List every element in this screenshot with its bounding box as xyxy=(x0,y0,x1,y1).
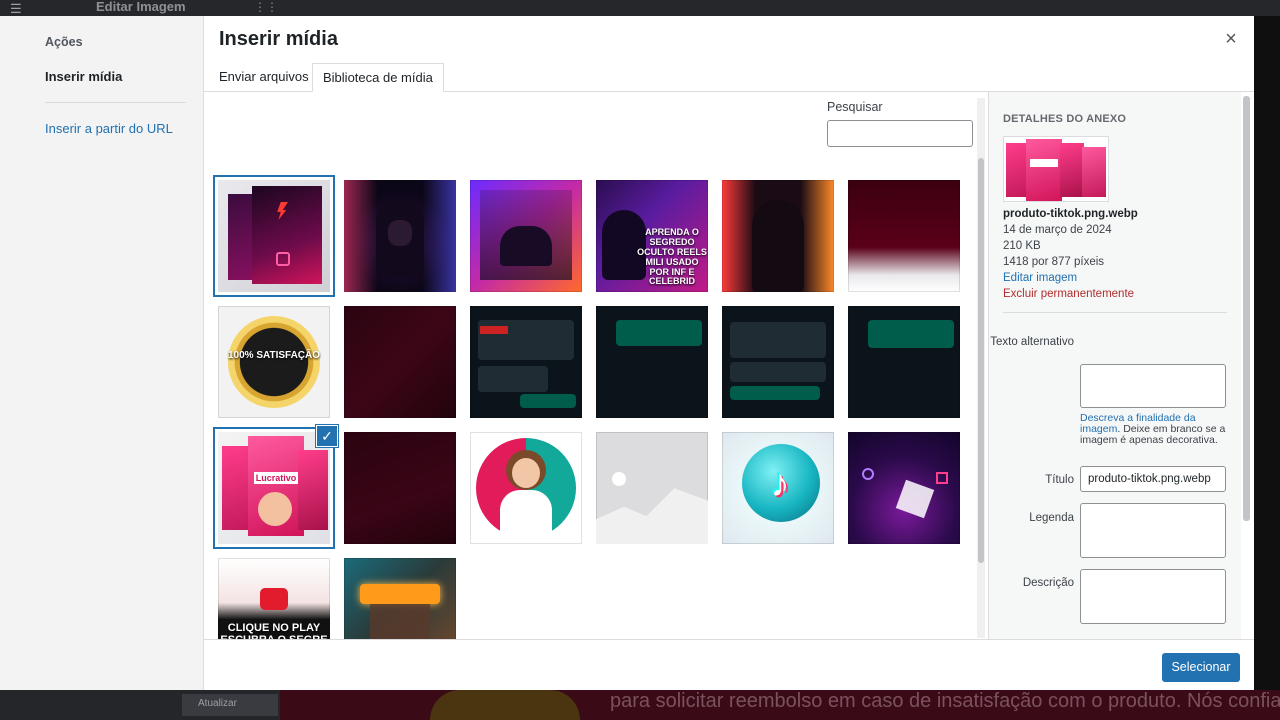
thumb-neon-tiktok-shapes[interactable] xyxy=(848,432,960,544)
select-button[interactable]: Selecionar xyxy=(1162,653,1240,682)
editor-left-panel xyxy=(0,16,27,690)
thumb-hooded-hacker-1[interactable] xyxy=(344,180,456,292)
alt-text-input[interactable] xyxy=(1080,364,1226,408)
alt-text-label: Texto alternativo xyxy=(990,336,1074,348)
play-caption: CLIQUE NO PLAY ESCUBRA O SEGRE xyxy=(220,622,327,639)
reels-caption: APRENDA O SEGREDO OCULTO REELS MILI USAD… xyxy=(637,227,707,287)
satisfaction-caption: 100% SATISFAÇÃO xyxy=(227,350,321,361)
thumb-tiktok-logo-3d[interactable]: ♪ xyxy=(722,432,834,544)
thumb-hooded-hacker-2[interactable] xyxy=(722,180,834,292)
details-scrollbar[interactable] xyxy=(1243,96,1250,521)
details-size: 210 KB xyxy=(1003,240,1041,252)
thumb-dark-red-gradient[interactable] xyxy=(848,180,960,292)
thumb-woman-phone[interactable] xyxy=(470,432,582,544)
close-icon[interactable]: × xyxy=(1220,28,1242,50)
caption-input[interactable] xyxy=(1080,503,1226,558)
thumb-product-box-dark[interactable] xyxy=(218,180,330,292)
thumb-chat-screenshot-1[interactable] xyxy=(470,306,582,418)
checkmark-icon[interactable]: ✓ xyxy=(316,425,338,447)
menu-heading: Ações xyxy=(45,35,83,49)
thumb-produto-tiktok[interactable]: Lucrativo xyxy=(218,432,330,544)
grid-scrollbar[interactable] xyxy=(977,98,985,638)
thumb-chat-screenshot-2[interactable] xyxy=(596,306,708,418)
thumb-chat-screenshot-3[interactable] xyxy=(722,306,834,418)
thumb-chat-screenshot-4[interactable] xyxy=(848,306,960,418)
thumb-reels-milionarios[interactable]: APRENDA O SEGREDO OCULTO REELS MILI USAD… xyxy=(596,180,708,292)
media-menu: Ações Inserir mídia Inserir a partir do … xyxy=(27,16,204,690)
details-filename: produto-tiktok.png.webp xyxy=(1003,208,1138,220)
tab-media-library[interactable]: Biblioteca de mídia xyxy=(312,63,444,92)
canvas-badge xyxy=(430,690,580,720)
update-button: Atualizar xyxy=(182,694,278,716)
delete-permanently-link[interactable]: Excluir permanentemente xyxy=(1003,288,1134,300)
thumb-dark-red-plain[interactable] xyxy=(344,432,456,544)
tab-upload-files[interactable]: Enviar arquivos xyxy=(209,63,319,92)
thumb-dark-red-texture[interactable] xyxy=(344,306,456,418)
thumb-hacker-laptop[interactable] xyxy=(470,180,582,292)
caption-label: Legenda xyxy=(1029,512,1074,524)
alt-text-help: Descreva a finalidade da imagem. Deixe e… xyxy=(1080,413,1230,446)
details-dimensions: 1418 por 877 píxeis xyxy=(1003,256,1105,268)
media-modal: Ações Inserir mídia Inserir a partir do … xyxy=(27,16,1254,690)
details-separator xyxy=(1003,312,1227,313)
title-label: Título xyxy=(1045,474,1074,486)
grid-icon: ⋮⋮ xyxy=(254,0,278,14)
description-label: Descrição xyxy=(1022,577,1074,589)
thumb-placeholder-image[interactable] xyxy=(596,432,708,544)
menu-item-insert-media[interactable]: Inserir mídia xyxy=(45,69,122,84)
thumb-satisfaction-badge[interactable]: 100% SATISFAÇÃO xyxy=(218,306,330,418)
modal-title: Inserir mídia xyxy=(219,28,338,50)
editor-title: Editar Imagem xyxy=(96,0,186,14)
menu-item-insert-from-url[interactable]: Inserir a partir do URL xyxy=(45,121,173,136)
menu-separator xyxy=(45,102,186,103)
editor-topbar xyxy=(0,0,1280,16)
title-input[interactable] xyxy=(1080,466,1226,492)
attachments-grid: APRENDA O SEGREDO OCULTO REELS MILI USAD… xyxy=(204,92,988,639)
edit-image-link[interactable]: Editar imagem xyxy=(1003,272,1077,284)
description-input[interactable] xyxy=(1080,569,1226,624)
footer-border xyxy=(204,639,1254,640)
menu-icon: ☰ xyxy=(10,1,22,16)
thumb-neon-glasses-man[interactable] xyxy=(344,558,456,639)
details-thumbnail xyxy=(1003,136,1109,202)
details-date: 14 de março de 2024 xyxy=(1003,224,1112,236)
editor-right-edge xyxy=(1254,16,1280,690)
attachment-details: DETALHES DO ANEXO produto-tiktok.png.web… xyxy=(988,92,1241,639)
thumb-clique-no-play[interactable]: CLIQUE NO PLAY ESCUBRA O SEGRE xyxy=(218,558,330,639)
canvas-text: para solicitar reembolso em caso de insa… xyxy=(610,690,1280,712)
details-heading: DETALHES DO ANEXO xyxy=(1003,113,1127,125)
